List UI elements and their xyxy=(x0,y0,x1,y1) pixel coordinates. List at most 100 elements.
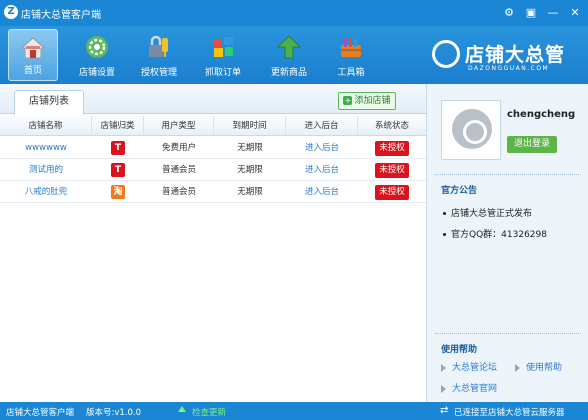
check-update-link[interactable]: 检查更新 xyxy=(192,406,226,418)
expiry-time: 无期限 xyxy=(237,143,263,153)
tab-shop-list[interactable]: 店铺列表 xyxy=(14,90,84,115)
toolbar-toolbox-button[interactable]: 工具箱 xyxy=(326,26,376,82)
official-site-link[interactable]: 大总管官网 xyxy=(441,381,497,394)
user-type: 免费用户 xyxy=(161,143,196,153)
toolbar-label: 首页 xyxy=(23,66,42,76)
shop-category: T xyxy=(92,137,144,159)
avatar xyxy=(441,100,501,160)
title-bar: Z 店铺大总管客户端 ⚙ ▣ — ✕ xyxy=(0,0,588,26)
update-arrow-icon xyxy=(178,406,186,412)
table-header: 店铺名称 店铺归类 用户类型 到期时间 进入后台 系统状态 xyxy=(0,116,426,136)
help-title: 使用帮助 xyxy=(441,345,478,355)
shop-category: 淘 xyxy=(92,181,144,203)
system-status: 未授权 xyxy=(358,181,426,203)
toolbar-update-products-button[interactable]: 更新商品 xyxy=(262,26,316,82)
user-side-panel: chengcheng 退出登录 官方公告 店铺大总管正式发布 官方QQ群：413… xyxy=(426,84,588,402)
column-header[interactable]: 系统状态 xyxy=(358,116,426,136)
notice-title: 官方公告 xyxy=(441,186,478,196)
tab-bar: 店铺列表 + 添加店铺 xyxy=(0,84,426,115)
notice-item[interactable]: 官方QQ群：41326298 xyxy=(443,227,547,240)
brand-domain: DAZONGGUAN.COM xyxy=(468,65,550,72)
default-avatar-icon xyxy=(452,109,492,149)
toolbar-label: 工具箱 xyxy=(337,68,365,78)
brand-logo: 店铺大总管 DAZONGGUAN.COM xyxy=(432,38,582,78)
enter-backend-link[interactable]: 进入后台 xyxy=(286,159,358,181)
expiry-time: 无期限 xyxy=(237,187,263,197)
status-bar: 店铺大总管客户端 版本号:v1.0.0 检查更新 ⇄ 已连接至店铺大总管云服务器 xyxy=(0,402,588,420)
column-header[interactable]: 进入后台 xyxy=(286,116,358,136)
status-version: 版本号:v1.0.0 xyxy=(86,408,142,418)
status-app-name: 店铺大总管客户端 xyxy=(6,408,75,418)
status-badge[interactable]: 未授权 xyxy=(375,141,409,156)
toolbar-shop-settings-button[interactable]: 店铺设置 xyxy=(72,26,122,82)
toolbar-label: 授权管理 xyxy=(140,68,177,78)
table-row[interactable]: 测试用的 T 普通会员 无期限 进入后台 未授权 xyxy=(0,159,426,181)
toolbar-label: 抓取订单 xyxy=(204,68,241,78)
notice-item[interactable]: 店铺大总管正式发布 xyxy=(443,206,532,219)
forum-link[interactable]: 大总管论坛 xyxy=(441,360,497,373)
table-row[interactable]: wwwwww T 免费用户 无期限 进入后台 未授权 xyxy=(0,137,426,159)
shop-category: T xyxy=(92,159,144,181)
minimize-icon[interactable]: — xyxy=(546,6,560,20)
window-title: 店铺大总管客户端 xyxy=(21,10,101,21)
close-icon[interactable]: ✕ xyxy=(568,6,582,20)
tmall-icon: T xyxy=(111,141,125,155)
shop-name-link[interactable]: 测试用的 xyxy=(0,159,92,181)
add-shop-button[interactable]: + 添加店铺 xyxy=(338,92,396,110)
connection-icon: ⇄ xyxy=(440,405,449,416)
toolbar-home-button[interactable]: 首页 xyxy=(8,29,58,81)
capture-order-icon xyxy=(213,37,233,57)
brand-mark-icon xyxy=(432,40,460,68)
shop-list-panel: 店铺列表 + 添加店铺 店铺名称 店铺归类 用户类型 到期时间 进入后台 系统状态… xyxy=(0,84,426,402)
logout-button[interactable]: 退出登录 xyxy=(507,136,557,153)
arrow-right-icon xyxy=(441,363,446,372)
user-type: 普通会员 xyxy=(161,165,196,175)
taobao-icon: 淘 xyxy=(111,185,125,199)
home-icon xyxy=(20,37,46,59)
column-header[interactable]: 店铺归类 xyxy=(92,116,144,136)
arrow-right-icon xyxy=(441,384,446,393)
enter-backend-link[interactable]: 进入后台 xyxy=(286,181,358,203)
toolbox-icon xyxy=(341,37,361,57)
status-badge[interactable]: 未授权 xyxy=(375,185,409,200)
toolbar-label: 店铺设置 xyxy=(78,68,115,78)
system-status: 未授权 xyxy=(358,137,426,159)
arrow-right-icon xyxy=(515,363,520,372)
app-logo-icon: Z xyxy=(4,5,18,19)
connection-status: 已连接至店铺大总管云服务器 xyxy=(454,408,565,418)
toolbar-fetch-orders-button[interactable]: 抓取订单 xyxy=(196,26,250,82)
notice-text: 店铺大总管正式发布 xyxy=(451,209,533,219)
official-site-link-label: 大总管官网 xyxy=(452,384,498,394)
skin-icon[interactable]: ▣ xyxy=(524,6,538,20)
toolbar-label: 更新商品 xyxy=(270,68,307,78)
divider xyxy=(435,333,581,334)
forum-link-label: 大总管论坛 xyxy=(452,363,498,373)
shop-name-link[interactable]: 八戒的肚兜 xyxy=(0,181,92,203)
enter-backend-link[interactable]: 进入后台 xyxy=(286,137,358,159)
user-type: 普通会员 xyxy=(161,187,196,197)
shop-name-link[interactable]: wwwwww xyxy=(0,137,92,159)
status-badge[interactable]: 未授权 xyxy=(375,163,409,178)
bullet-icon xyxy=(443,233,446,236)
help-link-label: 使用帮助 xyxy=(526,363,563,373)
system-status: 未授权 xyxy=(358,159,426,181)
notice-text: 官方QQ群：41326298 xyxy=(451,230,547,240)
up-arrow-icon xyxy=(276,35,302,59)
plus-icon: + xyxy=(343,96,353,105)
divider xyxy=(435,174,581,175)
username: chengcheng xyxy=(507,109,576,120)
gear-icon xyxy=(86,36,108,58)
toolbar-auth-button[interactable]: 授权管理 xyxy=(134,26,184,82)
table-row[interactable]: 八戒的肚兜 淘 普通会员 无期限 进入后台 未授权 xyxy=(0,181,426,203)
column-header[interactable]: 到期时间 xyxy=(214,116,286,136)
column-header[interactable]: 用户类型 xyxy=(144,116,214,136)
main-toolbar: 首页 店铺设置 授权管理 抓取订单 更新商品 工具箱 店铺大总管 DAZONGG… xyxy=(0,26,588,84)
settings-icon[interactable]: ⚙ xyxy=(502,6,516,20)
tmall-icon: T xyxy=(111,163,125,177)
lock-key-icon xyxy=(149,35,168,57)
bullet-icon xyxy=(443,212,446,215)
add-shop-label: 添加店铺 xyxy=(354,96,391,106)
expiry-time: 无期限 xyxy=(237,165,263,175)
column-header[interactable]: 店铺名称 xyxy=(0,116,92,136)
help-link[interactable]: 使用帮助 xyxy=(515,360,562,373)
